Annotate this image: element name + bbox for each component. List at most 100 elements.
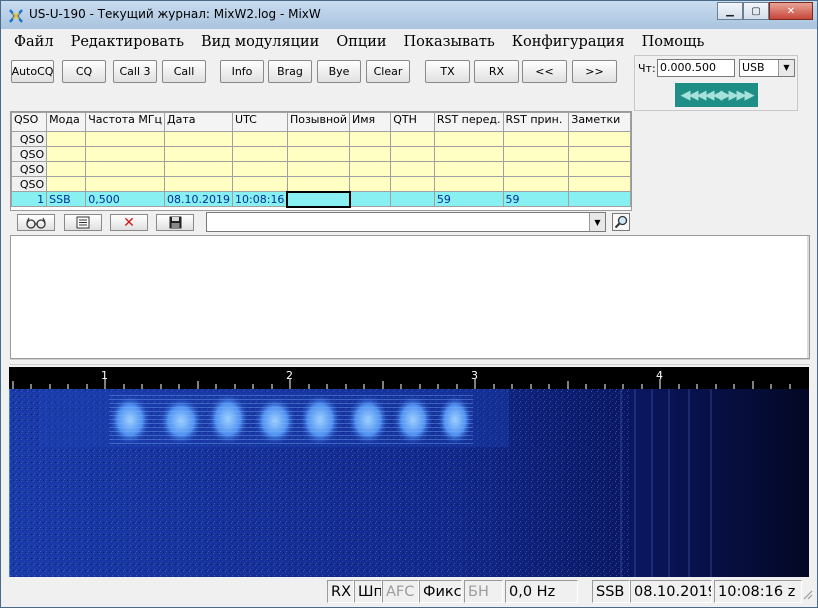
sideband-select[interactable]: USB ▼ bbox=[739, 59, 795, 77]
col-qso[interactable]: QSO bbox=[10, 112, 48, 132]
scale-label-2: 2 bbox=[286, 369, 293, 382]
window-controls: ▁ ▢ ✕ bbox=[717, 2, 813, 20]
search-button[interactable] bbox=[612, 213, 630, 231]
tx-button[interactable]: TX bbox=[425, 60, 470, 83]
clear-button[interactable]: Clear bbox=[366, 60, 410, 83]
status-bar: RX Шп AFC Фикс БН 0,0 Hz SSB 08.10.2019 … bbox=[1, 578, 817, 606]
resize-grip-icon[interactable] bbox=[801, 588, 813, 600]
col-notes[interactable]: Заметки bbox=[568, 112, 631, 132]
save-disk-icon bbox=[169, 216, 181, 229]
col-frequency[interactable]: Частота МГц bbox=[85, 112, 166, 132]
cell-qth[interactable] bbox=[390, 191, 435, 207]
log-search-combo[interactable]: ▼ bbox=[206, 212, 606, 232]
menu-options[interactable]: Опции bbox=[332, 34, 386, 50]
maximize-icon: ▢ bbox=[751, 5, 761, 17]
col-rst-sent[interactable]: RST перед. bbox=[433, 112, 504, 132]
cell-rst-sent[interactable]: 59 bbox=[433, 191, 504, 207]
table-row[interactable]: QSO bbox=[10, 131, 631, 147]
waterfall-canvas bbox=[9, 389, 809, 577]
app-window: US-U-190 - Текущий журнал: MixW2.log - M… bbox=[0, 0, 818, 608]
delete-icon: ✕ bbox=[123, 214, 135, 231]
info-button[interactable]: Info bbox=[220, 60, 264, 83]
cell-name[interactable] bbox=[349, 191, 392, 207]
chevron-down-icon: ▼ bbox=[778, 60, 794, 76]
bye-button[interactable]: Bye bbox=[317, 60, 361, 83]
window-title: US-U-190 - Текущий журнал: MixW2.log - M… bbox=[29, 7, 321, 21]
status-mode[interactable]: SSB bbox=[592, 580, 630, 603]
receive-text-window[interactable] bbox=[10, 235, 810, 359]
status-rx[interactable]: RX bbox=[327, 580, 354, 603]
macro-toolbar: AutoCQ CQ Call 3 Call Info Brag Bye Clea… bbox=[10, 58, 634, 87]
callsign-input[interactable] bbox=[286, 190, 351, 208]
cell-frequency[interactable]: 0,500 bbox=[85, 191, 166, 207]
rx-button[interactable]: RX bbox=[474, 60, 519, 83]
row-label: QSO bbox=[10, 161, 48, 177]
log-header-row: QSO Мода Частота МГц Дата UTC Позывной И… bbox=[10, 112, 631, 132]
pane-splitter[interactable] bbox=[10, 359, 810, 365]
magnifier-icon bbox=[614, 215, 628, 229]
cell-notes[interactable] bbox=[568, 191, 631, 207]
cell-utc[interactable]: 10:08:16 bbox=[232, 191, 288, 207]
autocq-button[interactable]: AutoCQ bbox=[11, 60, 54, 83]
scale-label-1: 1 bbox=[101, 369, 108, 382]
menu-mode[interactable]: Вид модуляции bbox=[197, 34, 319, 50]
menu-view[interactable]: Показывать bbox=[400, 34, 495, 50]
signal-bursts bbox=[109, 393, 473, 446]
current-qso-row[interactable]: 1 SSB 0,500 08.10.2019 10:08:16 59 59 bbox=[10, 190, 631, 208]
delete-entry-button[interactable]: ✕ bbox=[110, 214, 148, 231]
maximize-button[interactable]: ▢ bbox=[743, 2, 769, 20]
waterfall-display[interactable]: 1 2 3 4 bbox=[9, 367, 809, 577]
title-bar[interactable]: US-U-190 - Текущий журнал: MixW2.log - M… bbox=[1, 1, 817, 29]
frequency-field[interactable]: 0.000.500 bbox=[657, 59, 735, 77]
channel-panel: Чт: 0.000.500 USB ▼ ◀◀◀◀◀▶▶▶▶ bbox=[634, 55, 798, 111]
log-grid: QSO Мода Частота МГц Дата UTC Позывной И… bbox=[10, 111, 632, 211]
menu-configuration[interactable]: Конфигурация bbox=[508, 34, 625, 50]
cq-button[interactable]: CQ bbox=[62, 60, 106, 83]
view-log-button[interactable] bbox=[17, 214, 55, 231]
col-rst-rcvd[interactable]: RST прин. bbox=[502, 112, 570, 132]
log-table: QSO Мода Частота МГц Дата UTC Позывной И… bbox=[10, 112, 631, 208]
row-label: QSO bbox=[10, 146, 48, 162]
minimize-button[interactable]: ▁ bbox=[717, 2, 743, 20]
log-tools: ✕ ▼ bbox=[10, 212, 632, 234]
col-callsign[interactable]: Позывной bbox=[286, 112, 351, 132]
save-entry-button[interactable] bbox=[156, 214, 194, 231]
sideband-value: USB bbox=[742, 61, 765, 74]
cell-date[interactable]: 08.10.2019 bbox=[164, 191, 234, 207]
chevron-down-icon: ▼ bbox=[589, 213, 605, 231]
tune-arrows-button[interactable]: ◀◀◀◀◀▶▶▶▶ bbox=[675, 83, 758, 107]
table-row[interactable]: QSO bbox=[10, 176, 631, 192]
col-date[interactable]: Дата bbox=[164, 112, 234, 132]
col-qth[interactable]: QTH bbox=[390, 112, 435, 132]
scale-label-3: 3 bbox=[471, 369, 478, 382]
status-afc[interactable]: AFC bbox=[382, 580, 419, 603]
next-button[interactable]: >> bbox=[572, 60, 617, 83]
close-button[interactable]: ✕ bbox=[769, 2, 813, 20]
log-entry-button[interactable] bbox=[64, 214, 102, 231]
col-name[interactable]: Имя bbox=[349, 112, 392, 132]
call-button[interactable]: Call bbox=[162, 60, 206, 83]
row-label: QSO bbox=[10, 176, 48, 192]
status-speed[interactable]: Шп bbox=[354, 580, 382, 603]
frequency-scale[interactable]: 1 2 3 4 bbox=[9, 367, 809, 389]
menu-edit[interactable]: Редактировать bbox=[67, 34, 184, 50]
cell-mode[interactable]: SSB bbox=[46, 191, 87, 207]
brag-button[interactable]: Brag bbox=[268, 60, 312, 83]
qso-number: 1 bbox=[10, 191, 48, 207]
cell-rst-rcvd[interactable]: 59 bbox=[502, 191, 570, 207]
prev-button[interactable]: << bbox=[522, 60, 567, 83]
col-utc[interactable]: UTC bbox=[232, 112, 288, 132]
table-row[interactable]: QSO bbox=[10, 161, 631, 177]
log-entry-icon bbox=[76, 216, 90, 229]
status-bn[interactable]: БН bbox=[464, 580, 503, 603]
table-row[interactable]: QSO bbox=[10, 146, 631, 162]
menu-bar: Файл Редактировать Вид модуляции Опции П… bbox=[10, 31, 810, 53]
close-icon: ✕ bbox=[786, 5, 796, 17]
col-mode[interactable]: Мода bbox=[46, 112, 87, 132]
status-fix[interactable]: Фикс bbox=[419, 580, 462, 603]
call3-button[interactable]: Call 3 bbox=[113, 60, 157, 83]
menu-help[interactable]: Помощь bbox=[638, 34, 705, 50]
status-time: 10:08:16 z bbox=[714, 580, 802, 603]
scale-ticks bbox=[12, 379, 791, 389]
menu-file[interactable]: Файл bbox=[10, 34, 54, 50]
